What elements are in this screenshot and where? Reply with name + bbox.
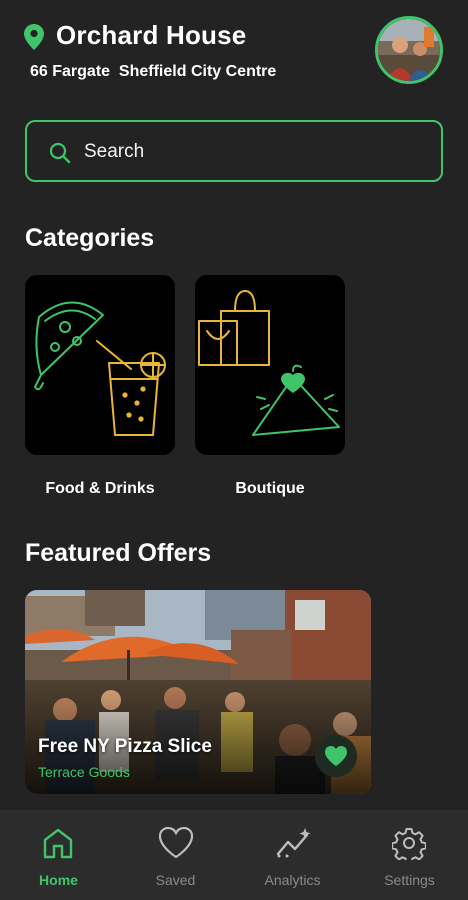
nav-saved[interactable]: Saved	[117, 810, 234, 900]
featured-offers-title: Featured Offers	[25, 539, 212, 567]
nav-saved-label: Saved	[155, 872, 196, 888]
category-label-food-drinks[interactable]: Food & Drinks	[25, 480, 175, 498]
pizza-drink-icon	[34, 301, 166, 436]
category-label-boutique[interactable]: Boutique	[195, 480, 345, 498]
offer-vendor[interactable]: Terrace Goods	[38, 764, 130, 780]
venue-address: 66 Fargate Sheffield City Centre	[30, 63, 277, 80]
offer-card[interactable]: Free NY Pizza Slice Terrace Goods	[25, 590, 371, 794]
venue-name[interactable]: Orchard House	[56, 20, 246, 51]
location-pin-icon	[24, 24, 44, 50]
category-card-food-drinks[interactable]	[25, 275, 175, 455]
home-icon	[43, 828, 73, 859]
nav-settings[interactable]: Settings	[351, 810, 468, 900]
avatar[interactable]	[375, 16, 443, 84]
categories-title: Categories	[25, 224, 155, 252]
bottom-nav: Home Saved Analytics Settings	[0, 810, 468, 900]
search-placeholder: Search	[84, 141, 145, 162]
category-card-boutique[interactable]	[195, 275, 345, 455]
heart-icon	[158, 826, 194, 859]
gear-icon	[392, 828, 426, 860]
offer-title: Free NY Pizza Slice	[38, 736, 212, 757]
shopping-bag-hanger-icon	[198, 290, 340, 436]
avatar-photo	[378, 19, 440, 81]
nav-home[interactable]: Home	[0, 810, 117, 900]
search-icon	[49, 142, 71, 164]
favorite-button[interactable]	[315, 735, 357, 777]
heart-filled-icon	[325, 746, 347, 766]
analytics-icon	[276, 828, 311, 858]
search-input[interactable]: Search	[25, 120, 443, 182]
nav-home-label: Home	[39, 872, 78, 888]
nav-settings-label: Settings	[384, 872, 435, 888]
nav-analytics[interactable]: Analytics	[234, 810, 351, 900]
nav-analytics-label: Analytics	[264, 872, 321, 888]
header: Orchard House 66 Fargate Sheffield City …	[0, 0, 468, 100]
